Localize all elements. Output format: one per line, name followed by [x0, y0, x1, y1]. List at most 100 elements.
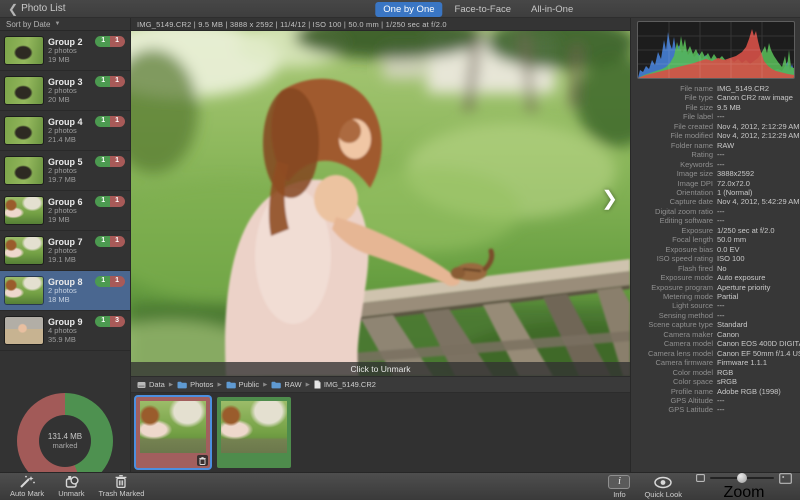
breadcrumb-label: Data — [149, 380, 165, 389]
metadata-value: 1 (Normal) — [717, 188, 752, 197]
metadata-row: Camera modelCanon EOS 400D DIGITAL — [631, 339, 800, 348]
group-info: Group 32 photos20 MB — [48, 77, 83, 105]
metadata-key: File name — [631, 84, 713, 93]
thumbnail-keep[interactable] — [217, 397, 291, 468]
magic-wand-icon — [19, 475, 35, 488]
click-to-unmark-overlay[interactable]: Click to Unmark — [131, 362, 630, 376]
group-size: 21.4 MB — [48, 136, 83, 145]
breadcrumb-item-data[interactable]: Data — [137, 380, 165, 389]
metadata-row: File typeCanon CR2 raw image — [631, 93, 800, 102]
metadata-key: Camera firmware — [631, 358, 713, 367]
metadata-value: 0.0 EV — [717, 245, 740, 254]
breadcrumb-item-raw[interactable]: RAW — [271, 380, 301, 389]
metadata-row: Profile nameAdobe RGB (1998) — [631, 387, 800, 396]
metadata-key: File label — [631, 112, 713, 121]
group-thumbnail — [5, 197, 43, 224]
info-panel: File name IMG_5149.CR2File typeCanon CR2 … — [630, 18, 800, 472]
metadata-value: 1/250 sec at f/2.0 — [717, 226, 775, 235]
title-bar: ❮ Photo List One by One Face-to-FaceAll-i… — [0, 0, 800, 18]
metadata-value: --- — [717, 207, 725, 216]
group-size: 19.7 MB — [48, 176, 83, 185]
metadata-key: Color model — [631, 368, 713, 377]
group-row-group-3[interactable]: Group 32 photos20 MB11 — [0, 71, 130, 111]
metadata-row: Orientation1 (Normal) — [631, 188, 800, 197]
group-row-group-5[interactable]: Group 52 photos19.7 MB11 — [0, 151, 130, 191]
info-icon: i — [608, 475, 630, 489]
breadcrumb-item-public[interactable]: Public — [226, 380, 259, 389]
group-row-group-7[interactable]: Group 72 photos19.1 MB11 — [0, 231, 130, 271]
group-thumbnail — [5, 77, 43, 104]
tab-one-by-one[interactable]: One by One — [375, 2, 442, 17]
metadata-key: File created — [631, 122, 713, 131]
metadata-value: Standard — [717, 320, 747, 329]
marked-size-value: 131.4 MB — [48, 432, 82, 441]
keep-count-badge: 1 — [95, 316, 110, 327]
metadata-row: Light source --- — [631, 301, 800, 310]
unmark-button[interactable]: Unmark — [58, 475, 84, 498]
metadata-row: Scene capture typeStandard — [631, 320, 800, 329]
metadata-key: Keywords — [631, 160, 713, 169]
group-row-group-2[interactable]: Group 22 photos19 MB11 — [0, 31, 130, 71]
metadata-key: Camera lens model — [631, 349, 713, 358]
group-size: 19.1 MB — [48, 256, 83, 265]
thumbnail-marked-selected[interactable] — [136, 397, 210, 468]
breadcrumb-item-photos[interactable]: Photos — [177, 380, 213, 389]
info-toggle-button[interactable]: i Info — [608, 475, 630, 499]
metadata-value: 3888x2592 — [717, 169, 754, 178]
group-info: Group 52 photos19.7 MB — [48, 157, 83, 185]
metadata-value: Nov 4, 2012, 2:12:29 AM — [717, 122, 800, 131]
metadata-key: Digital zoom ratio — [631, 207, 713, 216]
metadata-key: ISO speed rating — [631, 254, 713, 263]
group-row-group-4[interactable]: Group 42 photos21.4 MB11 — [0, 111, 130, 151]
zoom-slider[interactable] — [710, 477, 774, 479]
thumbnail-strip — [131, 393, 630, 472]
tab-face-to-face[interactable]: Face-to-Face — [447, 2, 520, 17]
keep-count-badge: 1 — [95, 36, 110, 47]
group-row-group-6[interactable]: Group 62 photos19 MB11 — [0, 191, 130, 231]
metadata-value: Nov 4, 2012, 2:12:29 AM — [717, 131, 800, 140]
metadata-key: Light source — [631, 301, 713, 310]
thumbnail-photo — [140, 401, 206, 453]
group-row-group-9[interactable]: Group 94 photos35.9 MB 13 — [0, 311, 130, 351]
metadata-key: Image DPI — [631, 179, 713, 188]
auto-mark-button[interactable]: Auto Mark — [10, 475, 44, 498]
metadata-key: GPS Altitude — [631, 396, 713, 405]
group-row-group-8[interactable]: Group 82 photos18 MB11 — [0, 271, 130, 311]
group-thumbnail — [5, 237, 43, 264]
metadata-value: --- — [717, 301, 725, 310]
zoom-slider-knob[interactable] — [737, 473, 747, 483]
metadata-key: GPS Latitude — [631, 405, 713, 414]
keep-count-badge: 1 — [95, 156, 110, 167]
group-info: Group 62 photos19 MB — [48, 197, 83, 225]
breadcrumb-label: Public — [239, 380, 259, 389]
metadata-key: Sensing method — [631, 311, 713, 320]
metadata-key: Image size — [631, 169, 713, 178]
metadata-value: IMG_5149.CR2 — [717, 84, 769, 93]
group-thumbnail — [5, 37, 43, 64]
marked-count-badge: 3 — [110, 316, 125, 327]
metadata-row: GPS Latitude--- — [631, 405, 800, 414]
metadata-value: Aperture priority — [717, 283, 770, 292]
group-info: Group 94 photos35.9 MB — [48, 317, 83, 345]
sort-by-label: Sort by Date — [6, 20, 50, 29]
metadata-key: Camera maker — [631, 330, 713, 339]
tab-all-in-one[interactable]: All-in-One — [523, 2, 581, 17]
metadata-row: Focal length50.0 mm — [631, 235, 800, 244]
quick-look-button[interactable]: Quick Look — [644, 476, 682, 499]
metadata-row: File modifiedNov 4, 2012, 2:12:29 AM — [631, 131, 800, 140]
next-photo-arrow[interactable]: ❯ — [601, 189, 618, 209]
small-photo-icon — [696, 474, 705, 482]
metadata-key: Flash fired — [631, 264, 713, 273]
main-photo-viewer[interactable]: ❯ Click to Unmark — [131, 31, 630, 376]
eye-icon — [654, 476, 672, 489]
keep-count-badge: 1 — [95, 196, 110, 207]
marked-count-badge: 1 — [110, 76, 125, 87]
trash-marked-button[interactable]: Trash Marked — [98, 475, 144, 498]
metadata-key: Camera model — [631, 339, 713, 348]
back-to-photo-list-button[interactable]: ❮ Photo List — [0, 3, 66, 14]
metadata-row: File size9.5 MB — [631, 103, 800, 112]
metadata-row: Image size 3888x2592 — [631, 169, 800, 178]
sort-by-dropdown[interactable]: Sort by Date ▼ — [0, 18, 131, 31]
breadcrumb-item-img-5149-cr2[interactable]: IMG_5149.CR2 — [314, 380, 376, 389]
metadata-key: Rating — [631, 150, 713, 159]
